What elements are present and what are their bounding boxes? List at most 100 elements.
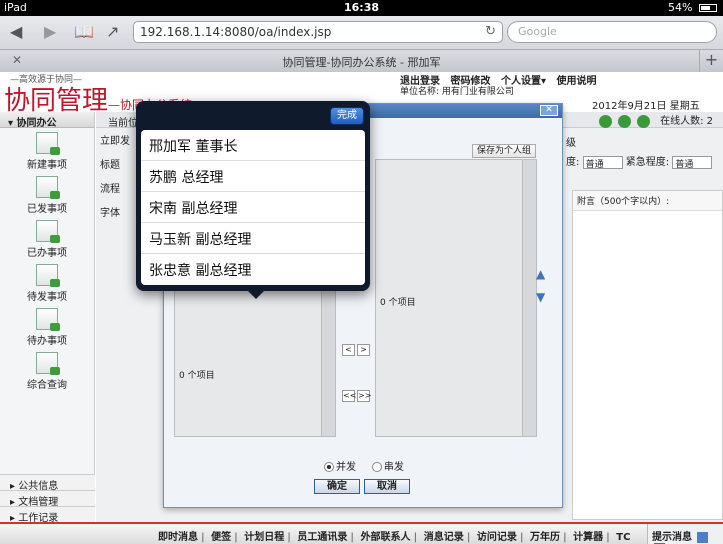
back-icon[interactable]: ◀ [10,22,22,41]
move-all-right-button[interactable]: >> [357,390,371,402]
bottom-links: 即时消息 | 便签 | 计划日程 | 员工通讯录 | 外部联系人 | 消息记录 | 访问记录… [158,532,631,543]
font-label: 字体 [100,208,120,219]
refresh-icon[interactable] [598,114,612,128]
toolbar-right: 在线人数: 2 [598,112,713,128]
scrollbar[interactable] [522,160,536,436]
priority-fields: 级 度: 普通 紧急程度: 普通 [566,134,723,170]
battery-icon [699,4,717,12]
sidebar-item-work-log[interactable]: ▸ 工作记录 [0,506,95,524]
picker-item[interactable]: 马玉新 副总经理 [141,223,365,254]
cancel-button[interactable]: 取消 [364,479,410,494]
bookmarks-icon[interactable]: 📖 [74,22,94,41]
tab-title[interactable]: 协同管理-协同办公系统 - 邢加军 [0,54,723,70]
hint-box: 提示消息 [647,524,723,544]
browser-chrome: ◀ ▶ 📖 ↗ 192.168.1.14:8080/oa/index.jsp ↻… [0,16,723,72]
forward-icon[interactable]: ▶ [44,22,56,41]
move-right-button[interactable]: > [357,344,370,356]
picker-item[interactable]: 宋南 副总经理 [141,192,365,223]
status-bar: iPad 16:38 54% [0,0,723,16]
search-placeholder: Google [518,25,557,38]
parallel-label: 并发 [336,462,356,473]
status-time: 16:38 [343,1,379,14]
link-calendar[interactable]: 万年历 [530,532,560,543]
link-directory[interactable]: 员工通讯录 [297,532,347,543]
url-bar[interactable]: 192.168.1.14:8080/oa/index.jsp ↻ [133,21,503,43]
move-up-icon[interactable]: ▲ [536,267,545,281]
sidebar-item-label: 已发事项 [27,204,67,215]
send-now-button[interactable]: 立即发 [100,132,130,147]
link-tc[interactable]: TC [616,532,630,543]
move-left-button[interactable]: < [342,344,355,356]
search-input[interactable]: Google [507,21,717,43]
breadcrumb-text: 当前位 [108,118,138,129]
sidebar-item-label: 待办事项 [27,336,67,347]
link-instant-message[interactable]: 即时消息 [158,532,198,543]
home-icon[interactable] [636,114,650,128]
move-down-icon[interactable]: ▼ [536,290,545,304]
sidebar-item-query[interactable]: 综合查询 [0,348,94,392]
sidebar-item-done[interactable]: 已办事项 [0,216,94,260]
done-button[interactable]: 完成 [330,107,364,125]
sidebar-item-label: 文档管理 [18,497,59,508]
link-access-log[interactable]: 访问记录 [477,532,517,543]
bottom-bar: 即时消息 | 便签 | 计划日程 | 员工通讯录 | 外部联系人 | 消息记录 | 访问记录… [0,522,723,544]
form-labels: 立即发 标题 流程 字体 [100,132,130,228]
battery-percent: 54% [668,1,693,14]
sidebar-item-label: 待发事项 [27,292,67,303]
serial-radio[interactable] [371,462,382,472]
online-count: 在线人数: 2 [660,116,713,127]
importance-label: 度: [566,157,580,168]
query-icon [36,352,60,375]
selected-list[interactable]: 0 个项目 [375,159,537,437]
move-all-left-button[interactable]: << [342,390,356,402]
sidebar-bottom: ▸ 公共信息 ▸ 文档管理 ▸ 工作记录 [0,474,95,524]
sidebar-item-todo[interactable]: 待办事项 [0,304,94,348]
sidebar-item-sent[interactable]: 已发事项 [0,172,94,216]
urgency-label: 紧急程度: [625,157,670,168]
todo-item-icon [36,308,60,331]
sidebar-item-new[interactable]: 新建事项 [0,128,94,172]
serial-label: 串发 [383,462,404,473]
current-date: 2012年9月21日 星期五 [592,101,700,112]
sync-icon[interactable] [617,114,631,128]
hint-label[interactable]: 提示消息 [652,532,692,543]
sidebar-item-public-info[interactable]: ▸ 公共信息 [0,474,95,492]
sidebar-title-label: 协同办公 [16,118,57,129]
name-picker-popover: 完成 邢加军 董事长 苏鹏 总经理 宋南 副总经理 马玉新 副总经理 张忠意 副… [136,101,370,299]
urgency-select[interactable]: 普通 [672,155,713,170]
sidebar-item-label: 新建事项 [27,160,67,171]
new-item-icon [36,132,60,155]
new-tab-button[interactable]: + [699,50,723,72]
sidebar-title[interactable]: ▾ 协同办公 [0,112,94,129]
hint-open-icon[interactable] [697,531,709,543]
sidebar-item-documents[interactable]: ▸ 文档管理 [0,490,95,508]
sidebar-item-pending-send[interactable]: 待发事项 [0,260,94,304]
url-text: 192.168.1.14:8080/oa/index.jsp [140,25,332,39]
link-notes[interactable]: 便签 [211,532,231,543]
help-link[interactable]: 使用说明 [556,76,596,87]
level-label: 级 [566,138,576,149]
close-icon[interactable]: ✕ [540,105,558,116]
link-message-log[interactable]: 消息记录 [424,532,464,543]
link-schedule[interactable]: 计划日程 [244,532,284,543]
reload-icon[interactable]: ↻ [485,24,496,39]
attachment-head: 附言（500个字以内）: [573,191,722,211]
battery-indicator: 54% [668,1,717,14]
parallel-radio[interactable] [324,462,334,472]
share-icon[interactable]: ↗ [106,22,119,41]
done-item-icon [36,220,60,243]
sidebar-item-label: 综合查询 [27,380,67,391]
title-label: 标题 [100,160,120,171]
link-calculator[interactable]: 计算器 [573,532,603,543]
link-external-contacts[interactable]: 外部联系人 [361,532,411,543]
picker-item[interactable]: 苏鹏 总经理 [141,161,365,192]
picker-list: 邢加军 董事长 苏鹏 总经理 宋南 副总经理 马玉新 副总经理 张忠意 副总经理 [141,130,365,285]
picker-item[interactable]: 张忠意 副总经理 [141,254,365,285]
selected-count: 0 个项目 [380,298,416,308]
save-group-button[interactable]: 保存为个人组 [472,144,536,158]
picker-item[interactable]: 邢加军 董事长 [141,130,365,161]
importance-select[interactable]: 普通 [582,155,623,170]
unit-name: 单位名称: 用有门业有限公司 [400,87,514,97]
sent-item-icon [36,176,60,199]
confirm-button[interactable]: 确定 [314,479,360,494]
